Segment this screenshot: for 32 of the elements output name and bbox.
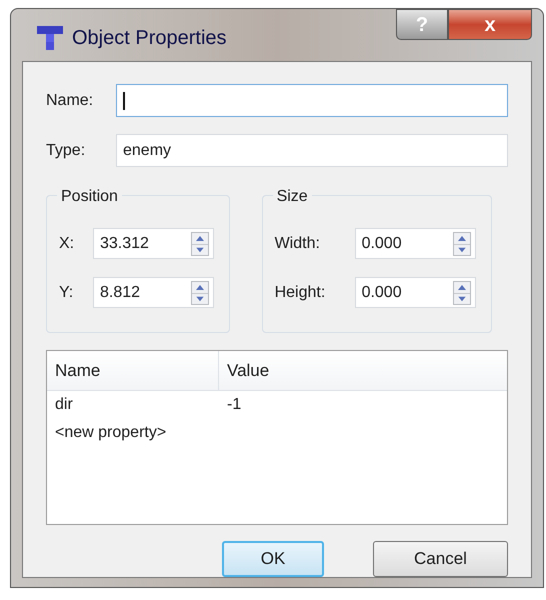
app-icon [36,25,64,51]
property-name[interactable]: <new property> [47,421,219,445]
name-field[interactable] [116,84,508,117]
field-label: X: [59,234,76,254]
field-label: Height: [274,282,326,302]
spin-value: 0.000 [362,234,403,254]
spin-box[interactable]: 0.000 [354,228,476,259]
spin-box[interactable]: 0.000 [354,277,476,308]
ok-button[interactable]: OK [222,541,324,577]
cancel-button[interactable]: Cancel [373,541,508,577]
field-value: enemy [123,140,172,160]
field-label: Name: [46,90,94,110]
property-value[interactable]: -1 [219,393,250,417]
field-label: Width: [274,234,321,254]
type-field[interactable]: enemy [116,134,508,167]
spin-value: 0.000 [362,282,403,302]
field-label: Y: [59,282,74,302]
down-arrow-icon[interactable] [454,292,470,304]
down-arrow-icon[interactable] [454,244,470,254]
close-button[interactable]: x [448,9,532,40]
spin-box[interactable]: 33.312 [93,228,214,259]
field-label: Type: [46,140,86,160]
down-arrow-icon[interactable] [192,244,208,254]
down-arrow-icon[interactable] [192,292,208,304]
spin-value: 8.812 [100,282,142,302]
column-header[interactable]: Value [219,351,507,390]
spin-box[interactable]: 8.812 [93,277,214,308]
text-cursor-icon [123,92,125,110]
window-title: Object Properties [72,26,227,51]
spin-value: 33.312 [100,234,150,254]
property-name[interactable]: dir [47,393,219,417]
column-header[interactable]: Name [47,351,219,390]
